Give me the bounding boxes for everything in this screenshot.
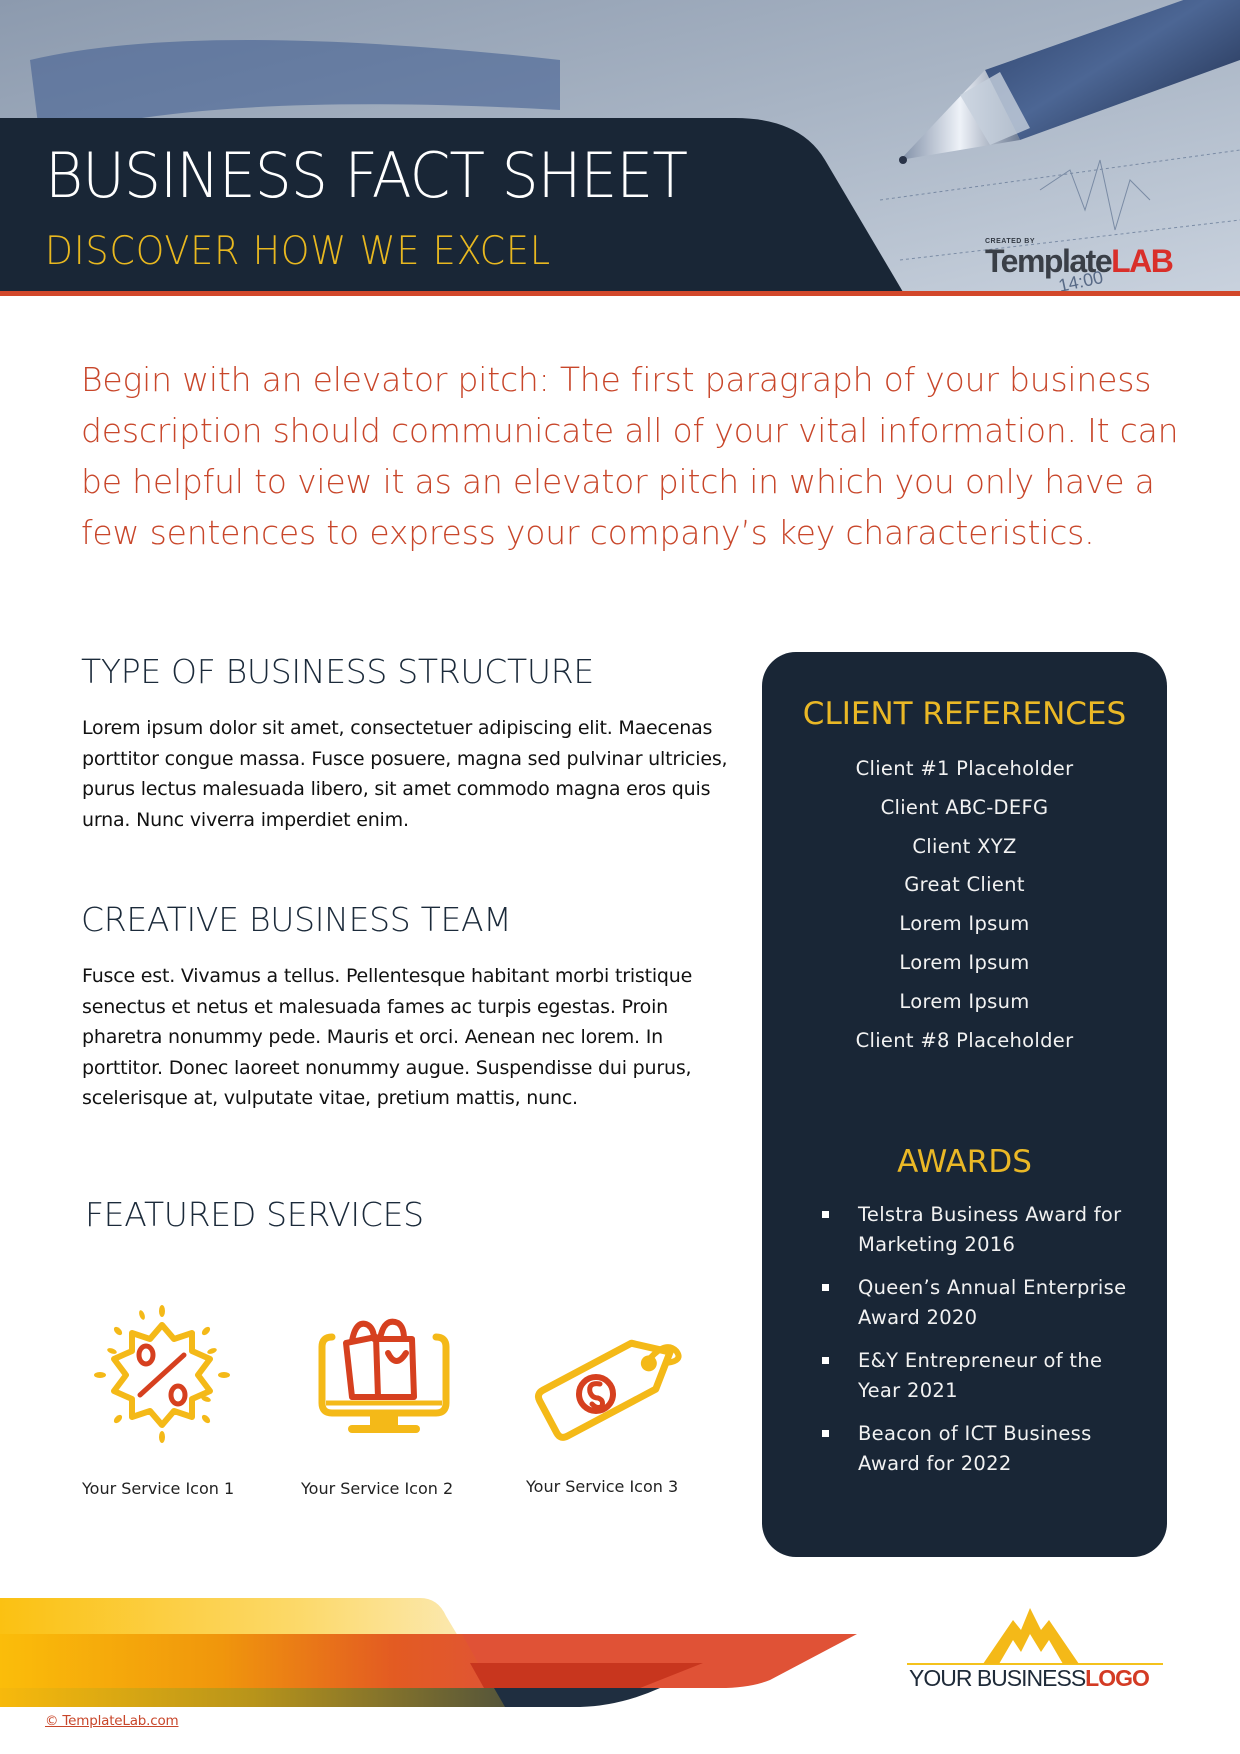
awards-list: Telstra Business Award for Marketing 201…: [762, 1200, 1167, 1492]
page-subtitle: DISCOVER HOW WE EXCEL: [45, 229, 551, 274]
business-logo-text-part1: YOUR BUSINESS: [909, 1665, 1086, 1691]
footer-stripe-decoration: [0, 1590, 880, 1715]
client-item: Great Client: [904, 873, 1025, 897]
client-item: Lorem Ipsum: [899, 989, 1030, 1013]
service-label-3: Your Service Icon 3: [526, 1477, 679, 1496]
business-logo-text: YOUR BUSINESSLOGO: [909, 1664, 1150, 1692]
section-heading-featured-services: FEATURED SERVICES: [85, 1195, 424, 1234]
service-label-1: Your Service Icon 1: [82, 1479, 235, 1498]
client-references-heading: CLIENT REFERENCES: [802, 696, 1127, 732]
award-item: Telstra Business Award for Marketing 201…: [762, 1200, 1167, 1260]
client-item: Client #1 Placeholder: [855, 757, 1074, 780]
client-item: Client XYZ: [912, 834, 1017, 858]
service-label-2: Your Service Icon 2: [301, 1479, 454, 1498]
sidebar-panel: CLIENT REFERENCES Client #1 Placeholder …: [762, 652, 1167, 1557]
award-text: Queen’s Annual Enterprise Award 2020: [858, 1276, 1127, 1329]
section-heading-business-structure: TYPE OF BUSINESS STRUCTURE: [81, 652, 594, 691]
section-body-business-team: Fusce est. Vivamus a tellus. Pellentesqu…: [82, 965, 693, 1109]
business-logo-text-part2: LOGO: [1085, 1665, 1150, 1691]
client-item: Client #8 Placeholder: [855, 1028, 1074, 1052]
award-item: E&Y Entrepreneur of the Year 2021: [762, 1346, 1167, 1406]
bullet-square-icon: [822, 1430, 829, 1437]
client-item: Client ABC-DEFG: [880, 795, 1049, 819]
section-heading-business-team: CREATIVE BUSINESS TEAM: [81, 900, 512, 939]
section-body-business-structure: Lorem ipsum dolor sit amet, consectetuer…: [82, 717, 728, 831]
discount-badge-icon: [92, 1303, 232, 1450]
client-item: Lorem Ipsum: [899, 912, 1030, 936]
templatelab-logo-part2: LAB: [1111, 243, 1174, 279]
price-tag-icon: [530, 1320, 690, 1447]
lead-paragraph: Begin with an elevator pitch: The first …: [81, 360, 1179, 552]
awards-heading: AWARDS: [897, 1144, 1032, 1180]
bullet-square-icon: [822, 1211, 829, 1218]
award-item: Beacon of ICT Business Award for 2022: [762, 1419, 1167, 1479]
award-item: Queen’s Annual Enterprise Award 2020: [762, 1273, 1167, 1333]
header-red-rule: [0, 291, 1240, 296]
online-shopping-monitor-icon: [318, 1315, 450, 1446]
bullet-square-icon: [822, 1284, 829, 1291]
templatelab-logo-part1: Template: [985, 243, 1113, 279]
page-title: BUSINESS FACT SHEET: [45, 139, 688, 212]
award-text: E&Y Entrepreneur of the Year 2021: [858, 1349, 1103, 1402]
award-text: Telstra Business Award for Marketing 201…: [858, 1203, 1122, 1256]
bullet-square-icon: [822, 1357, 829, 1364]
client-references-list: Client #1 Placeholder Client ABC-DEFG Cl…: [762, 750, 1167, 1060]
copyright-link[interactable]: © TemplateLab.com: [45, 1713, 179, 1729]
award-text: Beacon of ICT Business Award for 2022: [858, 1422, 1092, 1475]
templatelab-logo: TemplateLAB: [985, 243, 1174, 279]
client-item: Lorem Ipsum: [899, 950, 1030, 974]
